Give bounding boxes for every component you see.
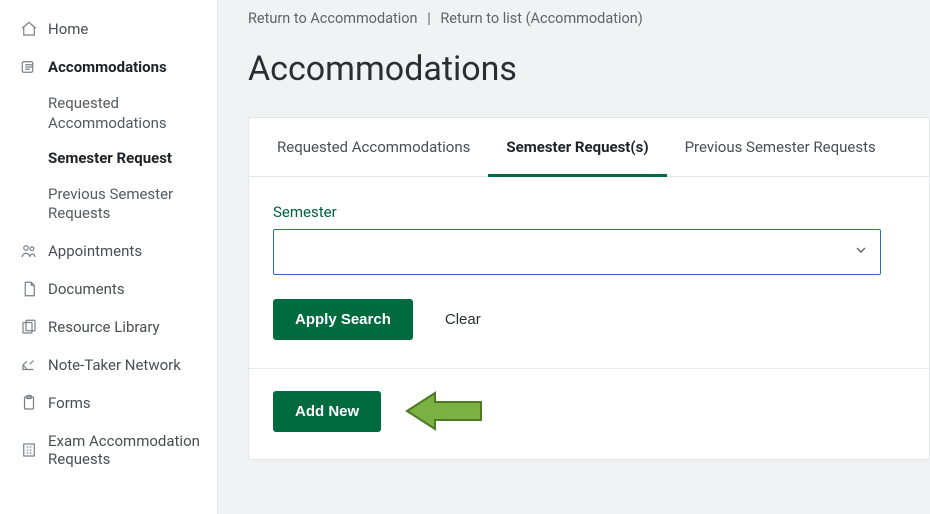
- tab-requested-accommodations[interactable]: Requested Accommodations: [259, 118, 488, 177]
- content-card: Requested Accommodations Semester Reques…: [248, 117, 930, 460]
- sidebar-subitem-semester-request[interactable]: Semester Request: [0, 141, 217, 177]
- semester-field-label: Semester: [273, 203, 905, 221]
- breadcrumb-link-return-accommodation[interactable]: Return to Accommodation: [248, 10, 418, 27]
- breadcrumb-link-return-list[interactable]: Return to list (Accommodation): [440, 10, 642, 27]
- sidebar-item-appointments[interactable]: Appointments: [0, 232, 217, 270]
- sidebar-item-accommodations[interactable]: Accommodations: [0, 48, 217, 86]
- arrow-callout-icon: [405, 389, 483, 433]
- sidebar: Home Accommodations Requested Accommodat…: [0, 0, 218, 514]
- list-icon: [18, 58, 40, 76]
- sidebar-item-documents[interactable]: Documents: [0, 270, 217, 308]
- sidebar-subitem-previous-semester-requests[interactable]: Previous Semester Requests: [0, 177, 217, 232]
- semester-select-wrap: [273, 229, 881, 275]
- clear-button[interactable]: Clear: [445, 311, 481, 328]
- breadcrumb-separator: |: [427, 10, 431, 27]
- people-icon: [18, 242, 40, 260]
- sidebar-item-label: Exam Accommodation Requests: [48, 432, 203, 468]
- sidebar-item-label: Appointments: [48, 242, 203, 260]
- sidebar-item-label: Resource Library: [48, 318, 203, 336]
- document-icon: [18, 280, 40, 298]
- sidebar-item-exam-accommodation-requests[interactable]: Exam Accommodation Requests: [0, 422, 217, 478]
- semester-select[interactable]: [273, 229, 881, 275]
- clipboard-icon: [18, 394, 40, 412]
- add-row: Add New: [249, 369, 929, 459]
- apply-search-button[interactable]: Apply Search: [273, 299, 413, 340]
- tab-semester-requests[interactable]: Semester Request(s): [488, 118, 666, 177]
- share-icon: [18, 356, 40, 374]
- add-new-button[interactable]: Add New: [273, 391, 381, 432]
- sidebar-item-resource-library[interactable]: Resource Library: [0, 308, 217, 346]
- home-icon: [18, 20, 40, 38]
- page-title: Accommodations: [248, 49, 930, 89]
- tab-previous-semester-requests[interactable]: Previous Semester Requests: [667, 118, 894, 177]
- tab-list: Requested Accommodations Semester Reques…: [249, 118, 929, 177]
- breadcrumb: Return to Accommodation | Return to list…: [248, 10, 930, 27]
- sidebar-item-home[interactable]: Home: [0, 10, 217, 48]
- sidebar-item-label: Forms: [48, 394, 203, 412]
- sidebar-item-note-taker-network[interactable]: Note-Taker Network: [0, 346, 217, 384]
- filter-section: Semester Apply Search Clear: [249, 177, 929, 369]
- sidebar-item-label: Documents: [48, 280, 203, 298]
- sidebar-item-label: Accommodations: [48, 58, 203, 76]
- sidebar-item-forms[interactable]: Forms: [0, 384, 217, 422]
- sidebar-item-label: Note-Taker Network: [48, 356, 203, 374]
- building-icon: [18, 441, 40, 459]
- main-content: Return to Accommodation | Return to list…: [218, 0, 930, 514]
- sidebar-subitem-requested-accommodations[interactable]: Requested Accommodations: [0, 86, 217, 141]
- library-icon: [18, 318, 40, 336]
- sidebar-item-label: Home: [48, 20, 203, 38]
